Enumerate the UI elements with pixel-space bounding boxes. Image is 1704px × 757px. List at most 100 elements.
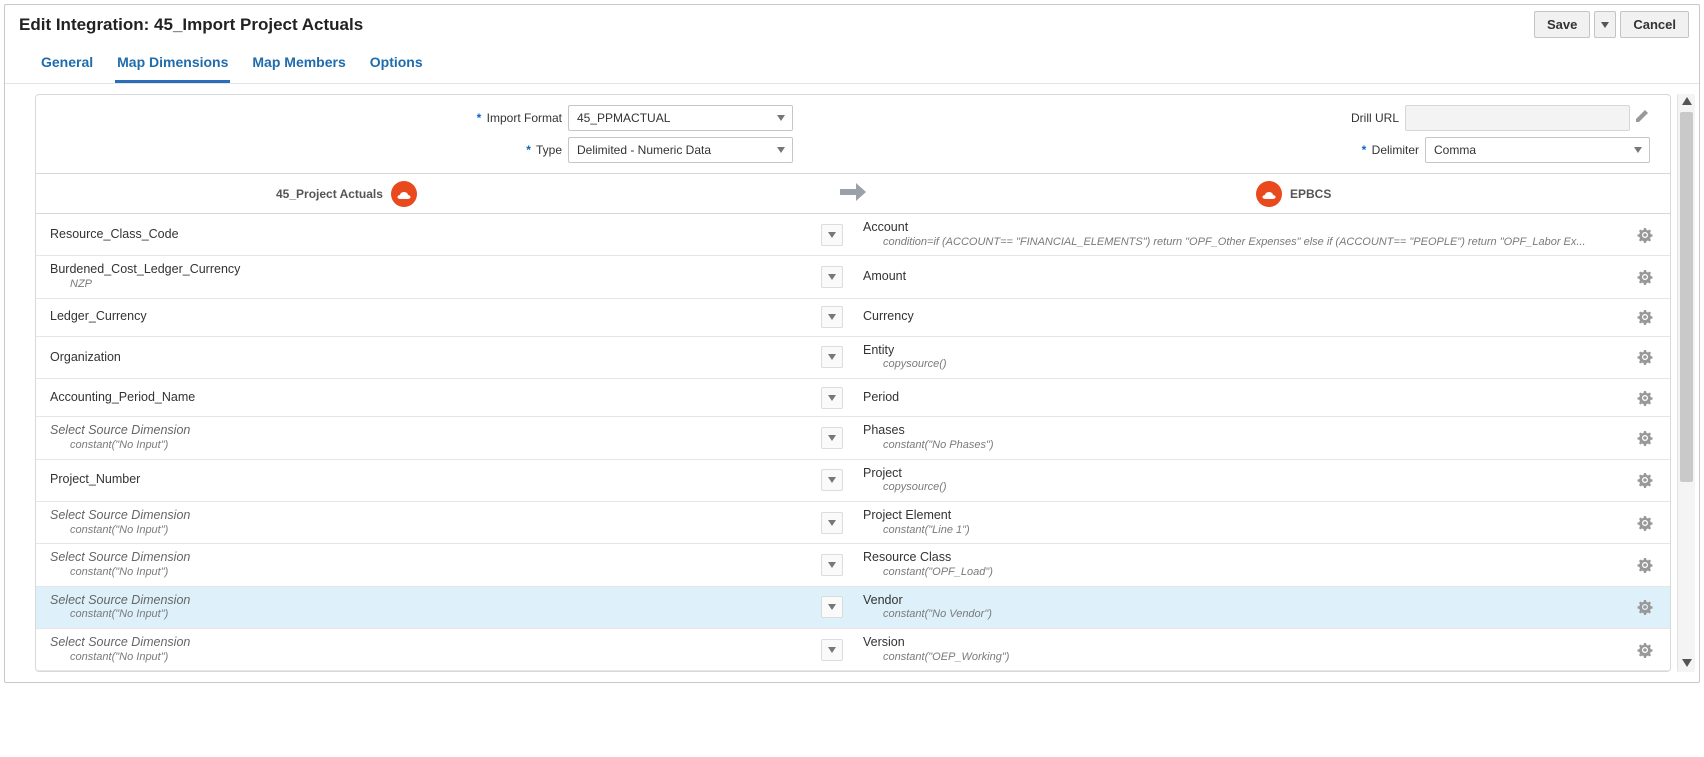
source-dimension-name: Organization (50, 350, 821, 366)
source-dropdown-button[interactable] (821, 224, 843, 246)
source-cell: Burdened_Cost_Ledger_CurrencyNZP (50, 262, 821, 291)
target-expression: constant("OPF_Load") (863, 566, 1634, 580)
row-settings-button[interactable] (1634, 469, 1656, 491)
target-cell: Currency (863, 309, 1634, 325)
mapping-row[interactable]: Select Source Dimensionconstant("No Inpu… (36, 544, 1670, 586)
save-menu-button[interactable] (1594, 11, 1616, 38)
source-dropdown-button[interactable] (821, 266, 843, 288)
target-expression: constant("OEP_Working") (863, 651, 1634, 665)
drill-url-input[interactable] (1405, 105, 1630, 131)
target-label: EPBCS (1290, 187, 1331, 201)
arrow-right-icon (838, 180, 868, 207)
content-wrap: * Import Format 45_PPMACTUAL Drill URL *… (5, 84, 1699, 682)
target-app-icon (1256, 181, 1282, 207)
save-button[interactable]: Save (1534, 11, 1590, 38)
source-dropdown-button[interactable] (821, 639, 843, 661)
target-expression: constant("No Phases") (863, 439, 1634, 453)
source-cell: Accounting_Period_Name (50, 390, 821, 406)
target-cell: Project Elementconstant("Line 1") (863, 508, 1634, 537)
mapping-row[interactable]: Select Source Dimensionconstant("No Inpu… (36, 629, 1670, 671)
source-cell: Ledger_Currency (50, 309, 821, 325)
target-dimension-name: Period (863, 390, 1634, 406)
tab-map-members[interactable]: Map Members (250, 50, 347, 83)
target-cell: Amount (863, 269, 1634, 285)
target-dimension-name: Entity (863, 343, 1634, 359)
row-settings-button[interactable] (1634, 596, 1656, 618)
source-cell: Select Source Dimensionconstant("No Inpu… (50, 550, 821, 579)
target-cell: Accountcondition=if (ACCOUNT== "FINANCIA… (863, 220, 1634, 249)
mapping-row[interactable]: Burdened_Cost_Ledger_CurrencyNZP Amount (36, 256, 1670, 298)
type-select[interactable]: Delimited - Numeric Data (568, 137, 793, 163)
source-dimension-name: Ledger_Currency (50, 309, 821, 325)
target-dimension-name: Project (863, 466, 1634, 482)
delimiter-field: * Delimiter Comma (913, 137, 1650, 163)
source-dimension-name: Accounting_Period_Name (50, 390, 821, 406)
type-label: * Type (362, 143, 562, 157)
mapping-row[interactable]: Select Source Dimensionconstant("No Inpu… (36, 502, 1670, 544)
source-expression: constant("No Input") (50, 608, 821, 622)
chevron-down-icon (772, 115, 790, 121)
mapping-row[interactable]: Accounting_Period_Name Period (36, 379, 1670, 417)
row-settings-button[interactable] (1634, 306, 1656, 328)
mapping-row[interactable]: Resource_Class_CodeAccountcondition=if (… (36, 214, 1670, 256)
source-dimension-name: Select Source Dimension (50, 508, 821, 524)
target-expression: constant("No Vendor") (863, 608, 1634, 622)
mapping-row[interactable]: Organization Entitycopysource() (36, 337, 1670, 379)
row-settings-button[interactable] (1634, 554, 1656, 576)
row-settings-button[interactable] (1634, 387, 1656, 409)
source-cell: Select Source Dimensionconstant("No Inpu… (50, 423, 821, 452)
row-settings-button[interactable] (1634, 266, 1656, 288)
import-format-field: * Import Format 45_PPMACTUAL (56, 105, 793, 131)
scroll-up-icon[interactable] (1678, 96, 1695, 108)
source-dropdown-button[interactable] (821, 387, 843, 409)
title-name: 45_Import Project Actuals (154, 15, 363, 34)
source-label: 45_Project Actuals (276, 187, 383, 201)
delimiter-value: Comma (1434, 143, 1476, 157)
target-header: EPBCS (876, 181, 1630, 207)
row-settings-button[interactable] (1634, 512, 1656, 534)
scroll-thumb[interactable] (1680, 112, 1693, 482)
mapping-rows: Resource_Class_CodeAccountcondition=if (… (36, 214, 1670, 671)
tab-options[interactable]: Options (368, 50, 425, 83)
import-format-value: 45_PPMACTUAL (577, 111, 670, 125)
delimiter-select[interactable]: Comma (1425, 137, 1650, 163)
row-settings-button[interactable] (1634, 224, 1656, 246)
mapping-row[interactable]: Select Source Dimensionconstant("No Inpu… (36, 417, 1670, 459)
mapping-row[interactable]: Project_NumberProjectcopysource() (36, 460, 1670, 502)
source-dropdown-button[interactable] (821, 512, 843, 534)
tab-general[interactable]: General (39, 50, 95, 83)
vertical-scrollbar[interactable] (1677, 94, 1695, 672)
form-grid: * Import Format 45_PPMACTUAL Drill URL *… (36, 95, 1670, 173)
source-cell: Select Source Dimensionconstant("No Inpu… (50, 508, 821, 537)
page-title: Edit Integration: 45_Import Project Actu… (19, 15, 363, 35)
row-settings-button[interactable] (1634, 427, 1656, 449)
source-dropdown-button[interactable] (821, 469, 843, 491)
row-settings-button[interactable] (1634, 346, 1656, 368)
source-dropdown-button[interactable] (821, 346, 843, 368)
source-dimension-name: Select Source Dimension (50, 593, 821, 609)
row-settings-button[interactable] (1634, 639, 1656, 661)
source-dropdown-button[interactable] (821, 554, 843, 576)
arrow-mid (830, 180, 876, 207)
target-dimension-name: Amount (863, 269, 1634, 285)
source-dropdown-button[interactable] (821, 427, 843, 449)
target-cell: Period (863, 390, 1634, 406)
target-dimension-name: Currency (863, 309, 1634, 325)
target-cell: Resource Classconstant("OPF_Load") (863, 550, 1634, 579)
source-dimension-name: Burdened_Cost_Ledger_Currency (50, 262, 821, 278)
pencil-icon[interactable] (1634, 108, 1650, 129)
cancel-button[interactable]: Cancel (1620, 11, 1689, 38)
target-cell: Entitycopysource() (863, 343, 1634, 372)
target-cell: Projectcopysource() (863, 466, 1634, 495)
tab-map-dimensions[interactable]: Map Dimensions (115, 50, 230, 83)
source-dropdown-button[interactable] (821, 596, 843, 618)
source-dropdown-button[interactable] (821, 306, 843, 328)
source-cell: Select Source Dimensionconstant("No Inpu… (50, 593, 821, 622)
mapping-row[interactable]: Select Source Dimensionconstant("No Inpu… (36, 587, 1670, 629)
target-cell: Phasesconstant("No Phases") (863, 423, 1634, 452)
target-dimension-name: Project Element (863, 508, 1634, 524)
import-format-select[interactable]: 45_PPMACTUAL (568, 105, 793, 131)
mapping-row[interactable]: Ledger_Currency Currency (36, 299, 1670, 337)
scroll-down-icon[interactable] (1678, 658, 1695, 670)
drill-url-label: Drill URL (1199, 111, 1399, 125)
